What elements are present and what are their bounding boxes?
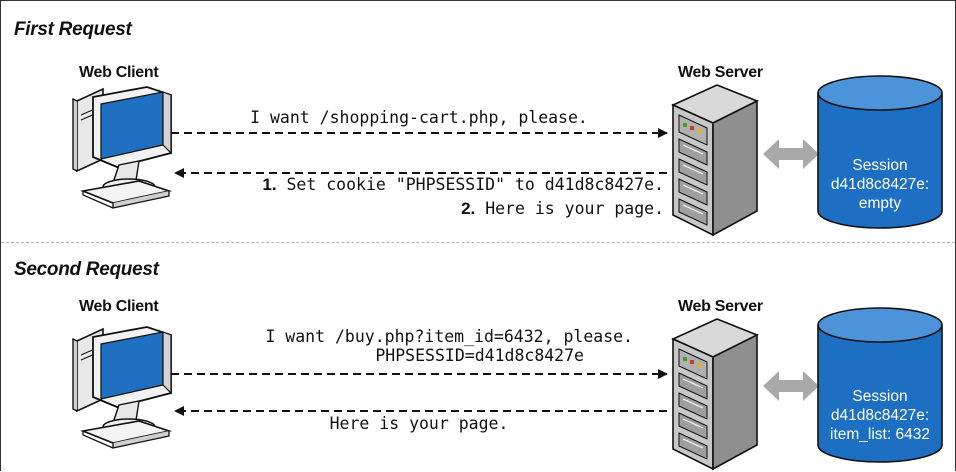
response-step-2: 2. Here is your page. <box>461 199 664 219</box>
step-text: Here is your page. <box>485 199 664 218</box>
section-title: First Request <box>14 19 132 40</box>
session-info: Session d41d8c8427e: item_list: 6432 <box>820 387 940 444</box>
session-id: d41d8c8427e: <box>830 407 930 424</box>
request-message: I want /shopping-cart.php, please. <box>250 108 588 127</box>
web-server-icon <box>672 318 758 470</box>
web-client-computer-icon <box>72 86 172 209</box>
diagram-frame: First Request Web Client Web Server I wa… <box>0 0 956 471</box>
step-number: 2. <box>461 199 476 218</box>
response-message: Here is your page. <box>329 414 509 433</box>
session-contents: empty <box>858 195 902 212</box>
session-id: d41d8c8427e: <box>830 176 930 193</box>
step-number: 1. <box>262 175 277 194</box>
session-label: Session <box>852 388 908 405</box>
web-client-computer-icon <box>72 326 172 449</box>
bidirectional-arrow-icon <box>763 371 819 401</box>
web-server-label: Web Server <box>678 298 763 315</box>
response-step-1: 1. Set cookie "PHPSESSID" to d41d8c8427e… <box>262 175 664 195</box>
bidirectional-arrow-icon <box>763 139 819 169</box>
web-client-label: Web Client <box>79 64 159 81</box>
session-contents: item_list: 6432 <box>830 426 930 443</box>
request-cookie: PHPSESSID=d41d8c8427e <box>375 346 584 365</box>
web-server-label: Web Server <box>678 64 763 81</box>
step-text: Set cookie "PHPSESSID" to d41d8c8427e. <box>286 175 665 194</box>
session-label: Session <box>852 157 908 174</box>
section-divider <box>1 242 955 243</box>
session-info: Session d41d8c8427e: empty <box>820 156 940 213</box>
request-message: I want /buy.php?item_id=6432, please. <box>265 327 633 346</box>
section-title: Second Request <box>14 259 159 280</box>
web-client-label: Web Client <box>79 298 159 315</box>
web-server-icon <box>672 84 758 236</box>
